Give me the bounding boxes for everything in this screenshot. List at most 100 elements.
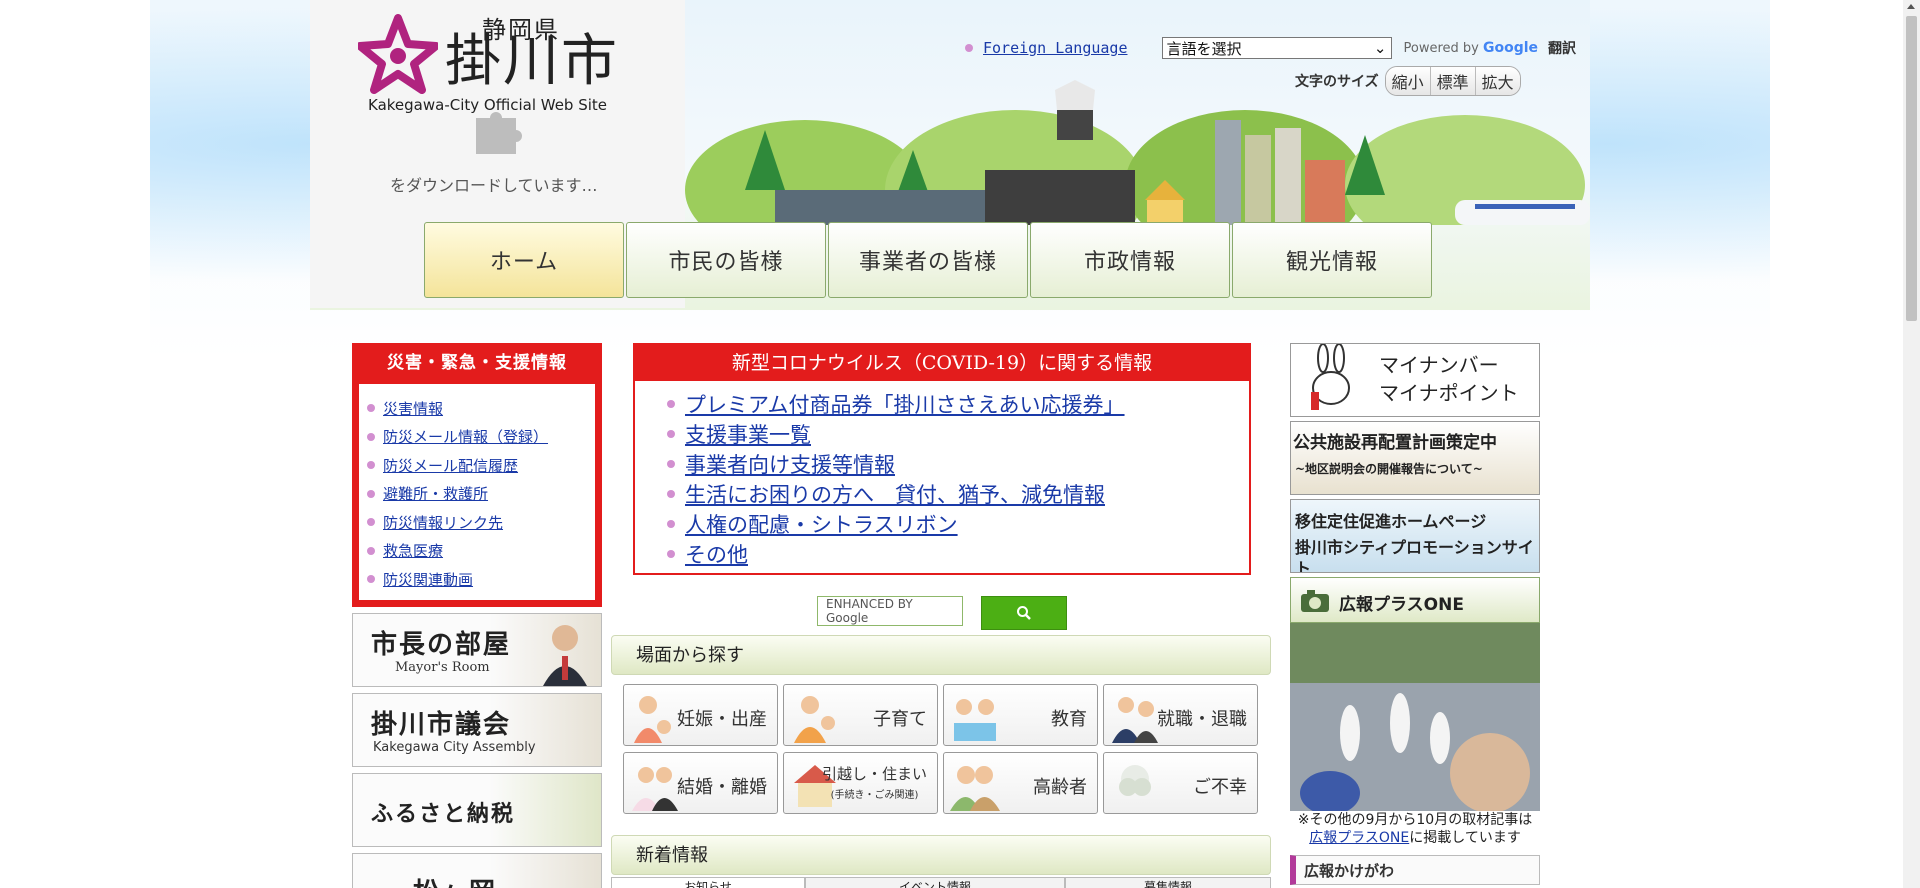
font-size-small-button[interactable]: 縮小 xyxy=(1385,67,1431,95)
mynumber-line1: マイナンバー xyxy=(1379,353,1499,377)
koho-kakegawa-header[interactable]: 広報かけがわ xyxy=(1290,855,1540,886)
covid-link-support-list[interactable]: 支援事業一覧 xyxy=(685,419,811,449)
city-logo-icon[interactable] xyxy=(358,14,438,94)
list-item: 人権の配慮・シトラスリボン xyxy=(667,509,1249,539)
facility-line1: 公共施設再配置計画策定中 xyxy=(1293,433,1497,453)
tab-events[interactable]: イベント情報 xyxy=(805,877,1065,888)
translate-label: 翻訳 xyxy=(1548,41,1577,57)
koho-note: ※その他の9月から10月の取材記事は 広報プラスONEに掲載しています xyxy=(1280,811,1550,847)
castle-title: 松ヶ岡 xyxy=(413,872,497,888)
nav-home[interactable]: ホーム xyxy=(424,222,624,298)
mayor-room-subtitle: Mayor's Room xyxy=(395,659,490,675)
font-size-standard-button[interactable]: 標準 xyxy=(1430,67,1476,95)
disaster-box: 災害・緊急・支援情報 災害情報 防災メール情報（登録） 防災メール配信履歴 避難… xyxy=(352,343,602,607)
covid-link-coupon[interactable]: プレミアム付商品券「掛川ささえあい応援券」 xyxy=(685,389,1125,419)
disaster-link-mail-history[interactable]: 防災メール配信履歴 xyxy=(383,455,518,476)
language-row: Foreign Language 言語を選択 ⌄ Powered by Goog… xyxy=(965,36,1576,60)
foreign-language-link[interactable]: Foreign Language xyxy=(983,39,1128,57)
scenes-section-title: 場面から探す xyxy=(611,635,1271,675)
search-input[interactable]: ENHANCED BY Google xyxy=(817,596,963,626)
bullet-icon xyxy=(667,550,675,558)
font-size-large-button[interactable]: 拡大 xyxy=(1475,67,1520,95)
scene-label: 妊娠・出産 xyxy=(677,709,767,730)
festival-photo[interactable] xyxy=(1290,623,1540,811)
nav-business[interactable]: 事業者の皆様 xyxy=(828,222,1028,298)
list-item: 防災関連動画 xyxy=(367,565,587,594)
search-button[interactable] xyxy=(981,596,1067,630)
list-item: 災害情報 xyxy=(367,394,587,423)
bullet-icon xyxy=(367,489,375,498)
facility-plan-banner[interactable]: 公共施設再配置計画策定中 ~地区説明会の開催報告について~ xyxy=(1290,421,1540,495)
mynumber-banner[interactable]: マイナンバー マイナポイント xyxy=(1290,343,1540,417)
covid-link-business-support[interactable]: 事業者向け支援等情報 xyxy=(685,449,895,479)
list-item: 救急医療 xyxy=(367,537,587,566)
global-nav: ホーム 市民の皆様 事業者の皆様 市政情報 観光情報 xyxy=(424,222,1432,298)
disaster-link-links[interactable]: 防災情報リンク先 xyxy=(383,512,503,533)
scene-childcare[interactable]: 子育て xyxy=(783,684,938,746)
list-item: 防災メール配信履歴 xyxy=(367,451,587,480)
list-item: 防災メール情報（登録） xyxy=(367,423,587,452)
disaster-link-mail-register[interactable]: 防災メール情報（登録） xyxy=(383,426,548,447)
koho-plus-one-title: 広報プラスONE xyxy=(1339,595,1464,615)
scene-label: 就職・退職 xyxy=(1157,709,1247,730)
note-suffix: に掲載しています xyxy=(1409,830,1521,847)
disaster-link-videos[interactable]: 防災関連動画 xyxy=(383,569,473,590)
disaster-link-shelters[interactable]: 避難所・救護所 xyxy=(383,483,488,504)
scene-label: 子育て xyxy=(873,709,927,730)
font-size-control: 文字のサイズ 縮小 標準 拡大 xyxy=(1295,66,1521,96)
disaster-links: 災害情報 防災メール情報（登録） 防災メール配信履歴 避難所・救護所 防災情報リ… xyxy=(358,383,596,601)
bullet-icon xyxy=(367,518,375,527)
scene-moving-sublabel: (手続き・ごみ関連) xyxy=(830,790,919,801)
scene-education[interactable]: 教育 xyxy=(943,684,1098,746)
plugin-puzzle-icon xyxy=(476,112,522,154)
city-assembly-banner[interactable]: 掛川市議会 Kakegawa City Assembly xyxy=(352,692,602,767)
powered-by-text: Powered by xyxy=(1403,41,1479,56)
mayor-room-title: 市長の部屋 xyxy=(371,629,512,660)
bullet-icon xyxy=(667,460,675,468)
font-size-label: 文字のサイズ xyxy=(1295,74,1379,90)
bullet-icon xyxy=(367,575,375,584)
scene-marriage[interactable]: 結婚・離婚 xyxy=(623,752,778,814)
page-scrollbar[interactable] xyxy=(1903,0,1920,888)
disaster-link-info[interactable]: 災害情報 xyxy=(383,398,443,419)
scroll-thumb[interactable] xyxy=(1906,16,1917,321)
covid-title: 新型コロナウイルス（COVID-19）に関する情報 xyxy=(635,345,1249,381)
tab-recruitment[interactable]: 募集情報 xyxy=(1065,877,1271,888)
scene-pregnancy[interactable]: 妊娠・出産 xyxy=(623,684,778,746)
covid-link-citrus-ribbon[interactable]: 人権の配慮・シトラスリボン xyxy=(685,509,958,539)
nav-tourism[interactable]: 観光情報 xyxy=(1232,222,1432,298)
scroll-up-arrow-icon[interactable] xyxy=(1907,4,1915,9)
castle-banner[interactable]: 松ヶ岡 xyxy=(352,852,602,888)
language-select[interactable]: 言語を選択 ⌄ xyxy=(1161,37,1392,59)
header: 静岡県 掛川市 Kakegawa-City Official Web Site … xyxy=(310,0,1590,310)
nav-citizens[interactable]: 市民の皆様 xyxy=(626,222,826,298)
list-item: 避難所・救護所 xyxy=(367,480,587,509)
covid-link-loans[interactable]: 生活にお困りの方へ 貸付、猶予、減免情報 xyxy=(685,479,1105,509)
language-select-value: 言語を選択 xyxy=(1166,39,1242,58)
tab-news[interactable]: お知らせ xyxy=(611,877,805,888)
flower-icon xyxy=(1119,765,1151,796)
pregnancy-icon xyxy=(634,696,671,743)
koho-plus-one-header[interactable]: 広報プラスONE xyxy=(1290,577,1540,623)
left-column: 災害・緊急・支援情報 災害情報 防災メール情報（登録） 防災メール配信履歴 避難… xyxy=(352,343,602,888)
assembly-title: 掛川市議会 xyxy=(371,709,512,740)
koho-plus-one-link[interactable]: 広報プラスONE xyxy=(1309,830,1409,846)
migration-promotion-banner[interactable]: 移住定住促進ホームページ 掛川市シティプロモーションサイト xyxy=(1290,499,1540,573)
powered-by-label: Powered by Google xyxy=(1404,40,1539,56)
furusato-title: ふるさと納税 xyxy=(371,801,516,827)
mayor-photo-icon xyxy=(543,624,587,686)
nav-city-admin[interactable]: 市政情報 xyxy=(1030,222,1230,298)
covid-link-other[interactable]: その他 xyxy=(685,539,748,569)
scene-bereavement[interactable]: ご不幸 xyxy=(1103,752,1258,814)
facility-line2: ~地区説明会の開催報告について~ xyxy=(1295,462,1483,476)
bullet-icon xyxy=(367,404,375,413)
marriage-icon xyxy=(632,767,678,811)
mayor-room-banner[interactable]: 市長の部屋 Mayor's Room xyxy=(352,612,602,687)
bullet-icon xyxy=(667,430,675,438)
news-tabs: お知らせ イベント情報 募集情報 xyxy=(611,877,1271,888)
furusato-tax-banner[interactable]: ふるさと納税 xyxy=(352,772,602,847)
disaster-link-emergency[interactable]: 救急医療 xyxy=(383,540,443,561)
scene-elderly[interactable]: 高齢者 xyxy=(943,752,1098,814)
scene-employment[interactable]: 就職・退職 xyxy=(1103,684,1258,746)
scene-moving[interactable]: 引越し・住まい (手続き・ごみ関連) xyxy=(783,752,938,814)
